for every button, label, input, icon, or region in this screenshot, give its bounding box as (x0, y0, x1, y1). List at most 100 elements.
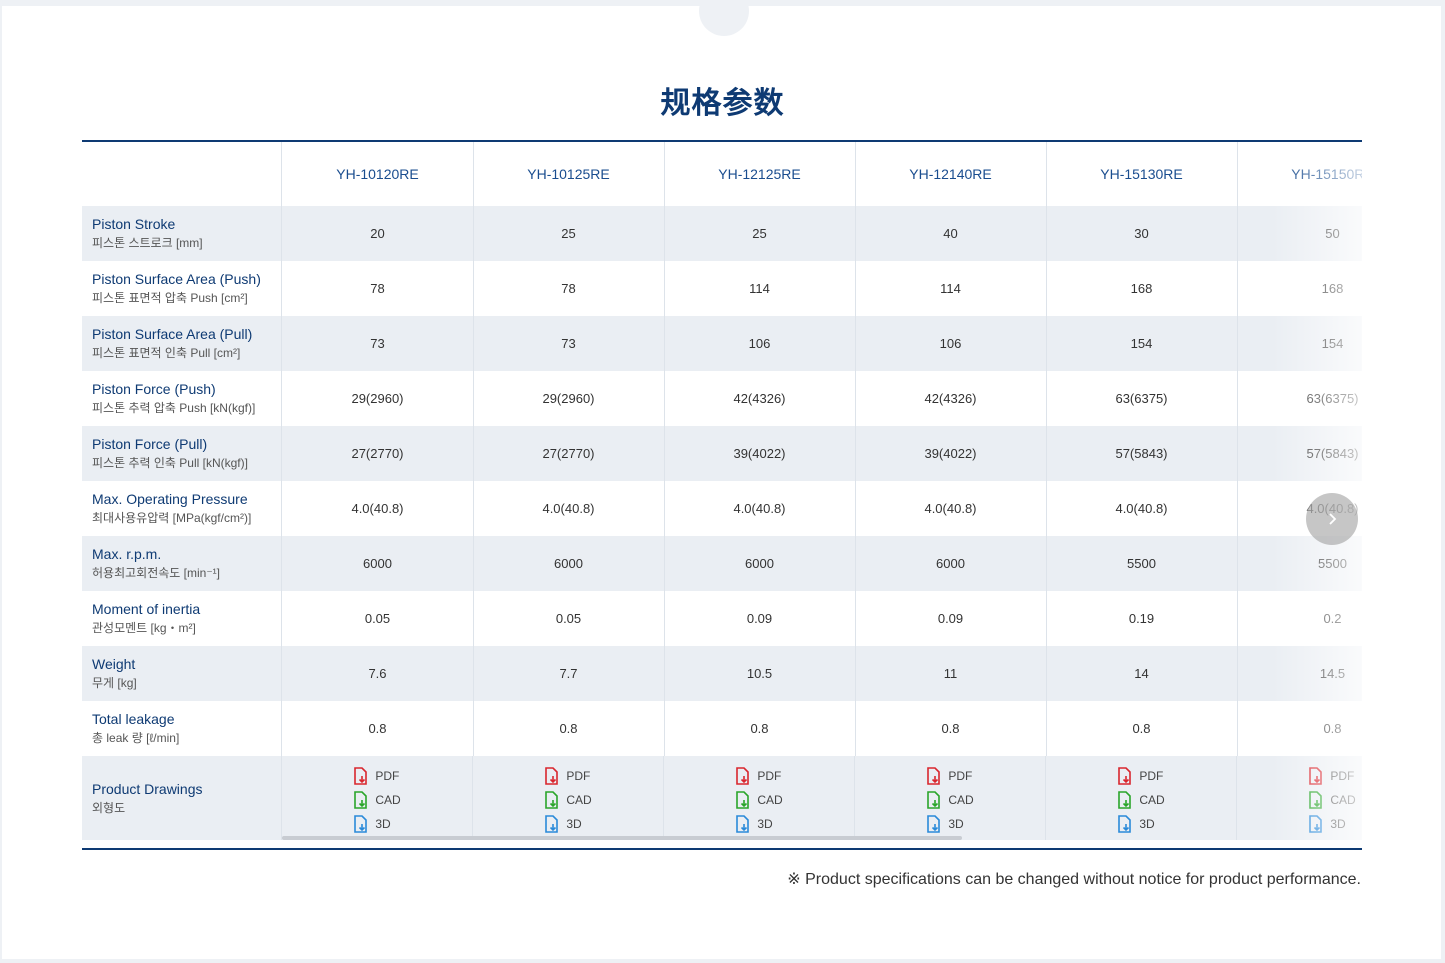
cad-file-icon (545, 790, 559, 809)
3d-file-icon (1309, 814, 1323, 833)
table-cell: 25 (473, 206, 665, 261)
chevron-right-icon (1329, 513, 1337, 525)
table-cell: 29(2960) (473, 371, 665, 426)
spec-table[interactable]: YH-10120RE YH-10125RE YH-12125RE YH-12140RE… (82, 140, 1362, 850)
model-header: YH-15150RE (1237, 142, 1362, 206)
download-link-label: CAD (1139, 792, 1165, 807)
download-link-pdf[interactable]: PDF (1117, 766, 1163, 785)
table-cell: 50 (1237, 206, 1362, 261)
download-link-pdf[interactable]: PDF (544, 766, 590, 785)
table-cell: 14 (1046, 646, 1238, 701)
table-row: Max. r.p.m. 허용최고회전속도 [min⁻¹] 6000 6000 6000 6… (82, 536, 1362, 591)
download-link-cad[interactable]: CAD (926, 790, 974, 809)
download-link-label: PDF (375, 768, 400, 783)
download-link-label: 3D (566, 816, 582, 831)
pdf-file-icon (927, 766, 941, 785)
download-link-label: PDF (566, 768, 591, 783)
download-link-3d[interactable]: 3D (1308, 814, 1346, 833)
3d-file-icon (354, 814, 368, 833)
download-link-cad[interactable]: CAD (353, 790, 401, 809)
row-label-en: Product Drawings (92, 780, 203, 797)
drawing-links: PDF CAD 3D (1308, 766, 1356, 833)
pdf-file-icon (545, 766, 559, 785)
table-cell: 0.8 (664, 701, 856, 756)
model-header: YH-10125RE (473, 142, 665, 206)
row-label-ko: 총 leak 량 [ℓ/min] (92, 731, 180, 745)
cad-file-icon (736, 790, 750, 809)
table-row: Max. Operating Pressure 최대사용유압력 [MPa(kgf/… (82, 481, 1362, 536)
table-cell: 14.5 (1237, 646, 1362, 701)
table-cell: 168 (1237, 261, 1362, 316)
table-cell: 0.8 (1046, 701, 1238, 756)
table-cell: 30 (1046, 206, 1238, 261)
table-row: Total leakage 총 leak 량 [ℓ/min] 0.8 0.8 0.8 0.… (82, 701, 1362, 756)
drawing-links: PDF CAD 3D (1117, 766, 1165, 833)
table-cell: 63(6375) (1046, 371, 1238, 426)
drawings-cell: PDF CAD 3D (282, 756, 473, 840)
table-row: Moment of inertia 관성모멘트 [kg・m²] 0.05 0.05 0.… (82, 591, 1362, 646)
download-link-pdf[interactable]: PDF (926, 766, 972, 785)
drawing-links: PDF CAD 3D (353, 766, 401, 833)
download-link-cad[interactable]: CAD (544, 790, 592, 809)
row-label: Weight 무게 [kg] (82, 646, 282, 701)
download-link-3d[interactable]: 3D (926, 814, 964, 833)
horizontal-scrollbar[interactable] (282, 836, 962, 840)
row-label-ko: 외형도 (92, 800, 126, 815)
drawings-cell: PDF CAD 3D (1046, 756, 1237, 840)
drawing-links: PDF CAD 3D (544, 766, 592, 833)
download-link-cad[interactable]: CAD (1117, 790, 1165, 809)
download-link-pdf[interactable]: PDF (1308, 766, 1354, 785)
cad-file-icon (1309, 790, 1323, 809)
row-label: Max. Operating Pressure 최대사용유압력 [MPa(kgf/… (82, 481, 282, 536)
download-link-cad[interactable]: CAD (1308, 790, 1356, 809)
table-cell: 6000 (282, 536, 474, 591)
download-link-pdf[interactable]: PDF (353, 766, 399, 785)
page-title: 规格参数 (660, 86, 785, 121)
row-label-ko: 최대사용유압력 [MPa(kgf/cm²)] (92, 511, 252, 525)
table-cell: 6000 (473, 536, 665, 591)
row-label-ko: 피스톤 표면적 압축 Push [cm²] (92, 291, 248, 305)
table-cell: 39(4022) (664, 426, 856, 481)
table-cell: 6000 (855, 536, 1047, 591)
table-cell: 0.8 (855, 701, 1047, 756)
download-link-label: 3D (1139, 816, 1155, 831)
download-link-label: CAD (375, 792, 401, 807)
row-label-ko: 피스톤 추력 압축 Push [kN(kgf)] (92, 401, 256, 415)
table-cell: 106 (664, 316, 856, 371)
table-cell: 57(5843) (1237, 426, 1362, 481)
model-header: YH-10120RE (282, 142, 474, 206)
drawing-links: PDF CAD 3D (735, 766, 783, 833)
download-link-label: CAD (948, 792, 974, 807)
row-label: Piston Force (Push) 피스톤 추력 압축 Push [kN(kg… (82, 371, 282, 426)
scroll-next-button[interactable] (1306, 493, 1358, 545)
row-label-ko: 피스톤 추력 인축 Pull [kN(kgf)] (92, 456, 248, 470)
row-label: Product Drawings 외형도 (82, 756, 282, 840)
3d-file-icon (736, 814, 750, 833)
download-link-pdf[interactable]: PDF (735, 766, 781, 785)
cad-file-icon (1118, 790, 1132, 809)
download-link-3d[interactable]: 3D (735, 814, 773, 833)
table-cell: 5500 (1046, 536, 1238, 591)
pdf-file-icon (1118, 766, 1132, 785)
table-cell: 73 (473, 316, 665, 371)
download-link-3d[interactable]: 3D (544, 814, 582, 833)
table-cell: 27(2770) (282, 426, 474, 481)
download-link-label: 3D (757, 816, 773, 831)
spec-notice: ※ Product specifications can be changed … (787, 871, 1361, 888)
table-cell: 63(6375) (1237, 371, 1362, 426)
table-cell: 154 (1046, 316, 1238, 371)
table-cell: 6000 (664, 536, 856, 591)
row-label-en: Max. r.p.m. (92, 546, 162, 562)
download-link-cad[interactable]: CAD (735, 790, 783, 809)
download-link-label: 3D (375, 816, 391, 831)
row-label: Total leakage 총 leak 량 [ℓ/min] (82, 701, 282, 756)
download-link-3d[interactable]: 3D (1117, 814, 1155, 833)
download-link-3d[interactable]: 3D (353, 814, 391, 833)
download-link-label: PDF (757, 768, 782, 783)
table-cell: 42(4326) (664, 371, 856, 426)
row-label: Piston Force (Pull) 피스톤 추력 인축 Pull [kN(kg… (82, 426, 282, 481)
row-label-en: Moment of inertia (92, 601, 201, 617)
download-link-label: CAD (1330, 792, 1356, 807)
table-row: Piston Surface Area (Pull) 피스톤 표면적 인축 Pul… (82, 316, 1362, 371)
table-cell: 0.05 (282, 591, 474, 646)
